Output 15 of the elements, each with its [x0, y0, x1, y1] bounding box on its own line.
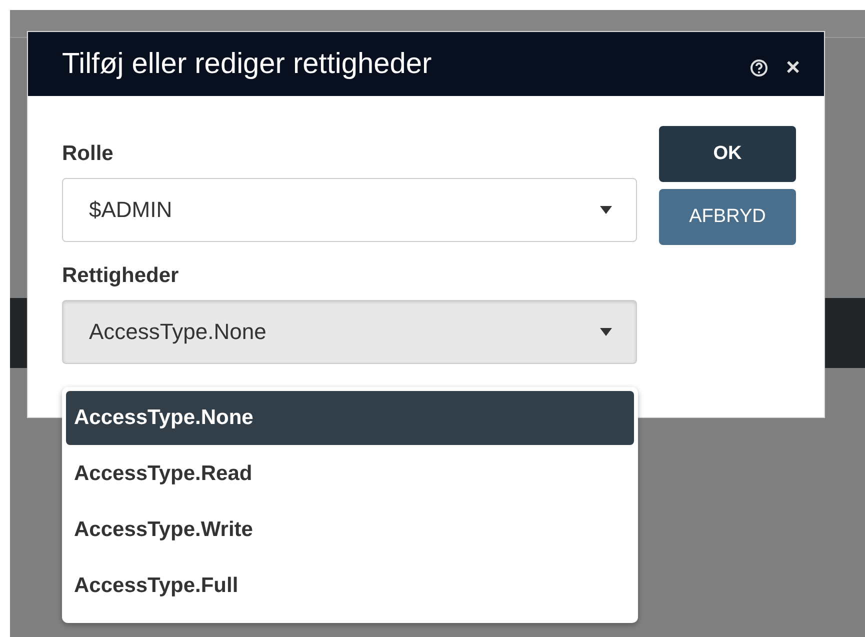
field-label: Rolle [62, 142, 114, 166]
help-icon[interactable] [750, 59, 768, 77]
caret-icon [600, 328, 612, 336]
select-field[interactable]: $ADMIN [62, 178, 637, 242]
ok-button[interactable]: OK [659, 126, 796, 182]
dropdown-option[interactable]: AccessType.None [66, 391, 634, 445]
caret-icon [600, 206, 612, 214]
dropdown-option[interactable]: AccessType.Read [66, 447, 634, 501]
cancel-button[interactable]: AFBRYD [659, 189, 796, 245]
dialog-title: Tilføj eller rediger rettigheder [62, 48, 433, 80]
dropdown-option[interactable]: AccessType.Write [66, 503, 634, 557]
close-button[interactable]: × [786, 54, 800, 82]
field-label: Rettigheder [62, 264, 180, 288]
dropdown-option[interactable]: AccessType.Full [66, 559, 634, 613]
select-field[interactable]: AccessType.None [62, 300, 637, 364]
